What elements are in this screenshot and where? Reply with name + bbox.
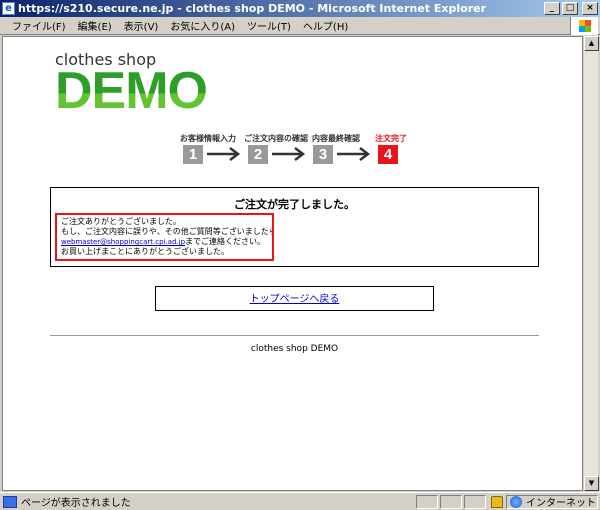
top-page-link-box: トップページへ戻る	[155, 286, 434, 311]
message-line-questions: もし、ご注文内容に誤りや、その他ご質問等ございましたら	[61, 227, 274, 236]
zone-cell: インターネット	[506, 494, 598, 509]
window-controls: _ □ ×	[544, 2, 598, 15]
message-line-thanks: ご注文ありがとうございました。	[61, 217, 181, 226]
window-titlebar: e https://s210.secure.ne.jp - clothes sh…	[0, 0, 600, 17]
windows-logo-icon	[570, 17, 598, 35]
scroll-up-button[interactable]: ▲	[584, 36, 599, 51]
close-button[interactable]: ×	[582, 2, 598, 15]
zone-text: インターネット	[526, 498, 596, 509]
message-line-contact: webmaster@shoppingcart.cpi.ad.jpまでご連絡くださ…	[61, 237, 268, 247]
menu-view[interactable]: 表示(V)	[118, 18, 165, 33]
email-suffix: までご連絡ください。	[185, 237, 266, 246]
menu-help[interactable]: ヘルプ(H)	[297, 18, 354, 33]
status-cell	[440, 494, 462, 509]
menu-edit[interactable]: 編集(E)	[72, 18, 118, 33]
status-bar: ページが表示されました インターネット	[0, 492, 600, 510]
arrow-right-icon	[272, 147, 306, 161]
menu-file[interactable]: ファイル(F)	[6, 18, 72, 33]
step-number-3: 3	[313, 145, 333, 164]
arrow-right-icon	[207, 147, 241, 161]
scroll-down-button[interactable]: ▼	[584, 476, 599, 491]
step-label-2: ご注文内容の確認	[244, 134, 308, 143]
order-message: ご注文ありがとうございました。 もし、ご注文内容に誤りや、その他ご質問等ございま…	[55, 213, 274, 261]
menu-bar: ファイル(F) 編集(E) 表示(V) お気に入り(A) ツール(T) ヘルプ(…	[0, 17, 600, 35]
step-label-3: 内容最終確認	[312, 134, 360, 143]
maximize-button[interactable]: □	[562, 2, 578, 15]
email-link[interactable]: webmaster@shoppingcart.cpi.ad.jp	[61, 238, 185, 246]
order-complete-title: ご注文が完了しました。	[234, 198, 355, 211]
step-label-4: 注文完了	[375, 134, 407, 143]
menu-favorites[interactable]: お気に入り(A)	[164, 18, 241, 33]
step-label-1: お客様情報入力	[180, 134, 236, 143]
footer-text: clothes shop DEMO	[250, 344, 339, 354]
status-cell	[416, 494, 438, 509]
page-loaded-icon	[3, 495, 17, 508]
minimize-button[interactable]: _	[544, 2, 560, 15]
internet-zone-icon	[510, 495, 522, 508]
menu-tools[interactable]: ツール(T)	[241, 18, 297, 33]
footer-divider	[50, 335, 539, 336]
message-line-closing: お買い上げまことにありがとうございました。	[61, 247, 229, 256]
window-title: https://s210.secure.ne.jp - clothes shop…	[18, 2, 486, 15]
logo-demo: DEMO	[55, 62, 208, 120]
vertical-scrollbar[interactable]: ▲ ▼	[583, 36, 599, 491]
step-number-4: 4	[378, 145, 398, 164]
top-page-link[interactable]: トップページへ戻る	[250, 294, 340, 305]
status-cell	[464, 494, 486, 509]
status-text: ページが表示されました	[21, 498, 131, 509]
step-number-2: 2	[248, 145, 268, 164]
ssl-lock-icon[interactable]	[491, 495, 503, 508]
arrow-right-icon	[337, 147, 371, 161]
page-viewport: clothes shop DEMO お客様情報入力 ご注文内容の確認 内容最終確…	[2, 36, 583, 491]
order-complete-box: ご注文が完了しました。 ご注文ありがとうございました。 もし、ご注文内容に誤りや…	[50, 187, 539, 267]
ie-icon: e	[2, 2, 15, 15]
step-number-1: 1	[183, 145, 203, 164]
